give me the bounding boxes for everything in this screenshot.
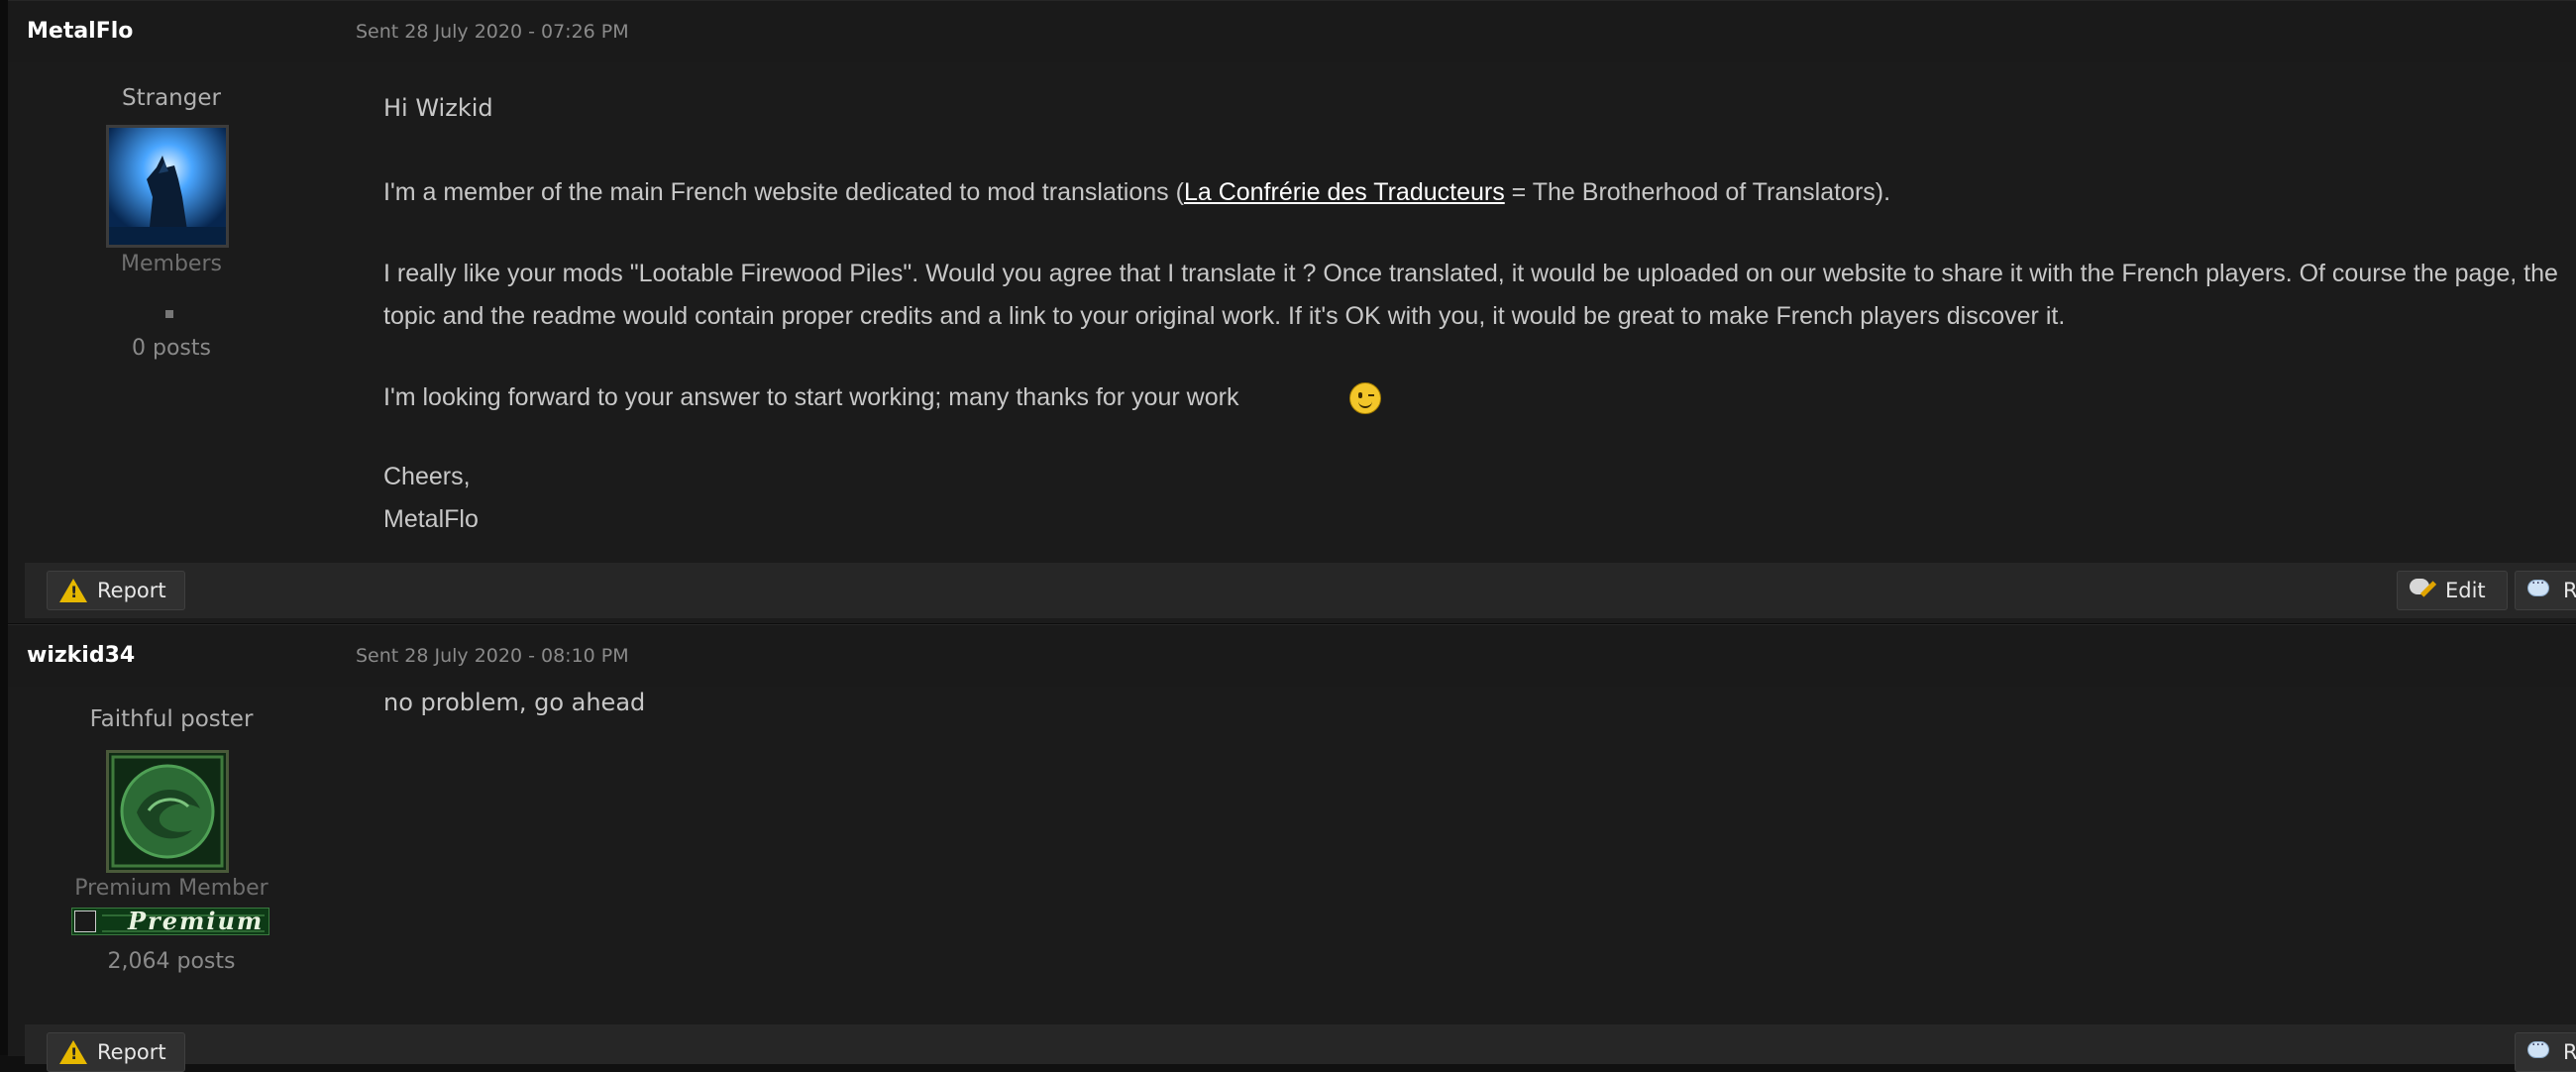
report-label: Report (97, 1040, 166, 1064)
confrerie-link[interactable]: La Confrérie des Traducteurs (1184, 178, 1505, 206)
author-name[interactable]: wizkid34 (27, 643, 135, 668)
premium-badge: Premium (71, 907, 269, 935)
reply-icon (2527, 572, 2553, 601)
message-thread: MetalFlo Sent 28 July 2020 - 07:26 PM St… (0, 0, 2576, 1072)
message-paragraph: I'm looking forward to your answer to st… (383, 376, 2563, 419)
message-post: wizkid34 Sent 28 July 2020 - 08:10 PM Fa… (8, 624, 2576, 1072)
message-paragraph: I'm a member of the main French website … (383, 171, 2563, 214)
paragraph-text: I'm looking forward to your answer to st… (383, 383, 1239, 411)
report-label: Report (97, 579, 166, 602)
member-group: Members (121, 252, 222, 276)
edit-button[interactable]: Edit (2397, 571, 2508, 610)
author-rank: Stranger (122, 85, 221, 111)
green-dragon-medallion-icon (109, 753, 226, 870)
post-actions: ! Report Edit Re (25, 563, 2576, 618)
message-signature: MetalFlo (383, 505, 479, 533)
post-count: 2,064 posts (107, 949, 236, 974)
message-text: no problem, go ahead (383, 689, 646, 716)
warning-icon: ! (59, 579, 87, 602)
reply-label: Re (2563, 579, 2576, 602)
report-button[interactable]: ! Report (47, 1032, 185, 1072)
rank-pip (165, 310, 173, 318)
premium-badge-label: Premium (128, 907, 265, 935)
badge-emblem-icon (74, 911, 96, 932)
message-paragraph: I really like your mods "Lootable Firewo… (383, 260, 2558, 330)
edit-label: Edit (2445, 579, 2486, 602)
post-header: wizkid34 Sent 28 July 2020 - 08:10 PM (8, 625, 2576, 687)
post-header: MetalFlo Sent 28 July 2020 - 07:26 PM (8, 1, 2576, 62)
message-post: MetalFlo Sent 28 July 2020 - 07:26 PM St… (8, 0, 2576, 623)
reply-button[interactable]: Re (2515, 571, 2576, 610)
member-group: Premium Member (74, 876, 268, 901)
post-actions: ! Report Re (25, 1024, 2576, 1072)
post-date: Sent 28 July 2020 - 07:26 PM (356, 21, 629, 43)
warning-icon: ! (59, 1040, 87, 1064)
avatar[interactable] (106, 125, 229, 248)
reply-button[interactable]: Re (2515, 1032, 2576, 1072)
author-name[interactable]: MetalFlo (27, 19, 133, 44)
post-date: Sent 28 July 2020 - 08:10 PM (356, 645, 629, 667)
wolf-avatar-icon (109, 128, 226, 245)
author-rank: Faithful poster (89, 706, 254, 732)
avatar[interactable] (106, 750, 229, 873)
message-signoff: Cheers, (383, 463, 471, 490)
edit-icon (2410, 579, 2437, 602)
message-greeting: Hi Wizkid (383, 94, 493, 122)
post-count: 0 posts (132, 336, 211, 361)
reply-label: Re (2563, 1040, 2576, 1064)
reply-icon (2527, 1033, 2553, 1063)
wink-smiley-icon (1349, 382, 1382, 415)
paragraph-text: I'm a member of the main French website … (383, 178, 1184, 206)
report-button[interactable]: ! Report (47, 571, 185, 610)
paragraph-text: = The Brotherhood of Translators). (1504, 178, 1891, 206)
